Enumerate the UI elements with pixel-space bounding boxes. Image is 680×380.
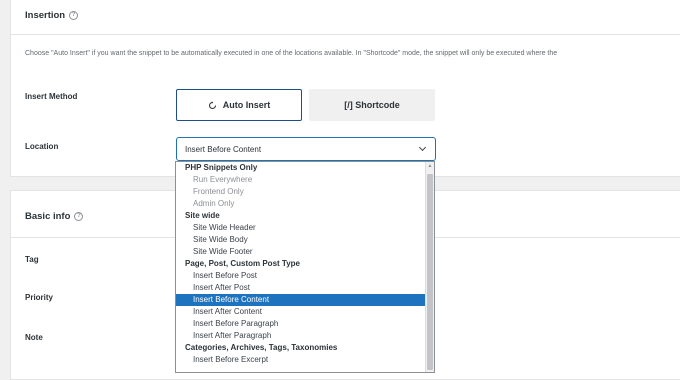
question-circle-icon[interactable]: ? [69, 11, 79, 20]
insertion-panel: Insertion ? Choose "Auto Insert" if you … [10, 0, 680, 177]
option-item[interactable]: Site Wide Header [176, 222, 434, 234]
option-item[interactable]: Insert After Paragraph [176, 330, 434, 342]
insertion-title-text: Insertion [25, 10, 66, 21]
option-group-label: PHP Snippets Only [185, 163, 258, 172]
option-item: Run Everywhere [193, 175, 253, 184]
location-label: Location [25, 142, 59, 151]
option-group-label: Page, Post, Custom Post Type [185, 259, 300, 268]
auto-insert-button[interactable]: Auto Insert [176, 89, 302, 121]
question-circle-icon[interactable]: ? [74, 212, 84, 221]
option-item[interactable]: Insert Before Post [176, 270, 434, 282]
shortcode-label: [/] Shortcode [344, 100, 400, 110]
location-select[interactable]: Insert Before Content [176, 137, 436, 161]
option-item[interactable]: Site Wide Footer [176, 246, 434, 258]
location-options: PHP Snippets Only Run Everywhere Frontend … [176, 162, 434, 366]
priority-label: Priority [25, 293, 54, 302]
dropdown-scrollbar[interactable]: ▲ [425, 162, 434, 372]
scroll-up-icon[interactable]: ▲ [427, 163, 433, 169]
option-group-label: Site wide [185, 211, 220, 220]
basic-info-title-text: Basic info [25, 211, 71, 222]
insertion-title: Insertion ? [25, 10, 79, 21]
location-dropdown-list[interactable]: PHP Snippets Only Run Everywhere Frontend … [175, 161, 435, 373]
chevron-down-icon [418, 143, 427, 152]
option-item[interactable]: Site Wide Body [176, 234, 434, 246]
auto-insert-label: Auto Insert [222, 100, 271, 110]
option-group-label: Categories, Archives, Tags, Taxonomies [185, 343, 338, 352]
option-item[interactable]: Insert Before Paragraph [176, 318, 434, 330]
basic-info-title: Basic info ? [25, 211, 84, 222]
option-item[interactable]: Insert After Content [176, 306, 434, 318]
location-select-value: Insert Before Content [185, 144, 262, 154]
option-item: Admin Only [193, 199, 235, 208]
refresh-icon [208, 100, 216, 109]
option-item[interactable]: Insert Before Excerpt [176, 354, 434, 366]
shortcode-button[interactable]: [/] Shortcode [309, 89, 435, 121]
dropdown-scroll-thumb[interactable] [427, 174, 433, 370]
insertion-description: Choose "Auto Insert" if you want the sni… [25, 50, 558, 57]
option-selected[interactable]: Insert Before Content [176, 294, 434, 306]
tag-label: Tag [25, 255, 39, 264]
note-label: Note [25, 333, 43, 342]
option-item: Frontend Only [193, 187, 244, 196]
insertion-divider [11, 34, 680, 35]
option-item[interactable]: Insert After Post [176, 282, 434, 294]
insert-method-label: Insert Method [25, 92, 78, 101]
